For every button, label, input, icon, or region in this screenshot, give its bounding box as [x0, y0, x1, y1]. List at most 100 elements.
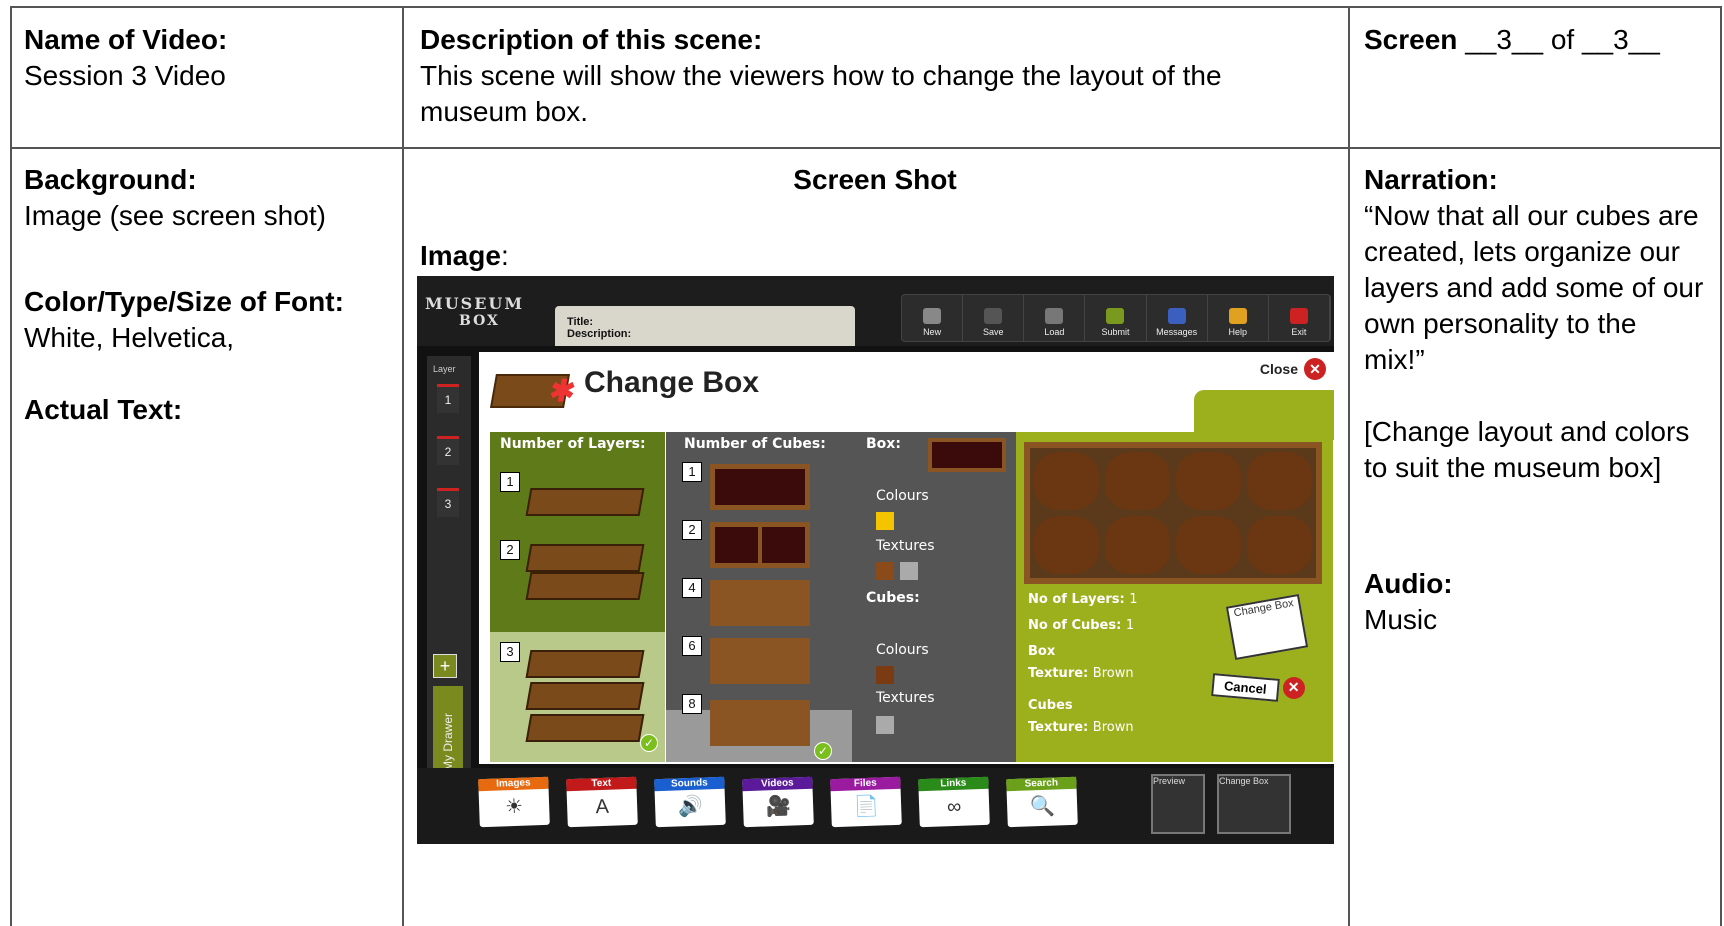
- toolbar-exit-button[interactable]: Exit: [1269, 295, 1330, 341]
- cubes-panel: Number of Cubes: 1 2 4 6 8 ✓: [666, 432, 852, 762]
- cancel-icon: ✕: [1282, 676, 1305, 699]
- layer-3-button[interactable]: 3: [437, 488, 459, 517]
- cubes-texture-value: Brown: [1092, 720, 1134, 735]
- box-preview: [1024, 442, 1322, 584]
- layer-tray-icon: [525, 544, 645, 572]
- image-colon: :: [500, 240, 509, 271]
- toolbar-label: Submit: [1101, 327, 1130, 337]
- text-icon: A: [595, 795, 610, 819]
- selected-check-icon: ✓: [640, 734, 658, 752]
- image-label: Image: [420, 240, 501, 271]
- add-layer-icon[interactable]: +: [433, 654, 457, 678]
- cube-grid-1: [710, 464, 810, 510]
- video-name-label: Name of Video:: [24, 24, 228, 55]
- box-texture-summary: Texture: Brown: [1028, 666, 1134, 681]
- toolbar-submit-button[interactable]: Submit: [1085, 295, 1147, 341]
- close-label: Close: [1259, 361, 1298, 377]
- main-toolbar: New Save Load Submit Messages Help Exit: [901, 294, 1331, 342]
- title-label: Title:: [567, 316, 594, 328]
- toolbar-help-button[interactable]: Help: [1208, 295, 1269, 341]
- layers-option-3[interactable]: 3: [500, 642, 520, 662]
- video-name-value: Session 3 Video: [24, 60, 226, 91]
- toolbar-label: Load: [1044, 327, 1065, 337]
- cubes-colours-label: Colours: [876, 642, 929, 658]
- close-icon: ✕: [1304, 358, 1326, 380]
- toolbar-label: Help: [1228, 327, 1248, 337]
- toolbar-label: Messages: [1156, 327, 1198, 337]
- files-tab[interactable]: Files 📄: [830, 776, 902, 828]
- scene-description-value: This scene will show the viewers how to …: [420, 60, 1222, 127]
- no-layers-value: 1: [1129, 592, 1138, 607]
- help-icon: [1228, 308, 1247, 324]
- box-texture-stone[interactable]: [900, 562, 918, 580]
- images-tab[interactable]: Images ☀: [478, 776, 550, 828]
- cubes-colour-swatch[interactable]: [876, 666, 894, 684]
- toolbar-load-button[interactable]: Load: [1024, 295, 1086, 341]
- text-tab[interactable]: Text A: [566, 776, 638, 828]
- toolbar-save-button[interactable]: Save: [963, 295, 1025, 341]
- video-name-cell: Name of Video: Session 3 Video: [24, 22, 227, 94]
- museum-box-logo: MUSEUM BOX: [425, 294, 535, 338]
- app-top-bar: MUSEUM BOX Title: Description: New Save …: [417, 276, 1334, 346]
- layer-tray-icon: [525, 488, 645, 516]
- layers-header: Number of Layers:: [500, 436, 646, 452]
- load-icon: [1045, 308, 1064, 324]
- screen-label: Screen: [1364, 24, 1458, 55]
- sounds-tab[interactable]: Sounds 🔊: [654, 776, 726, 828]
- cube-grid-4: [710, 580, 810, 626]
- cubes-option-4[interactable]: 4: [682, 578, 702, 598]
- layer-label: Layer: [433, 364, 456, 374]
- preview-label: Preview: [1153, 776, 1186, 786]
- narration-note: [Change layout and colors to suit the mu…: [1364, 416, 1690, 483]
- cube-grid-8: [710, 700, 810, 746]
- cube-grid-2: [710, 522, 810, 568]
- font-label: Color/Type/Size of Font:: [24, 286, 344, 317]
- box-texture-wood[interactable]: [876, 562, 894, 580]
- description-label: Description:: [567, 328, 632, 340]
- layers-option-2[interactable]: 2: [500, 540, 520, 560]
- box-colour-swatch[interactable]: [876, 512, 894, 530]
- image-icon: ☀: [504, 795, 524, 819]
- box-textures-label: Textures: [876, 538, 935, 554]
- cubes-summary-label: Cubes: [1028, 698, 1073, 713]
- cubes-option-6[interactable]: 6: [682, 636, 702, 656]
- change-box-button[interactable]: Change Box: [1217, 774, 1291, 834]
- video-camera-icon: 🎥: [765, 795, 792, 819]
- cubes-option-8[interactable]: 8: [682, 694, 702, 714]
- videos-tab[interactable]: Videos 🎥: [742, 776, 814, 828]
- layer-tray-icon: [525, 650, 645, 678]
- media-tab-bar: Images ☀ Text A Sounds 🔊 Videos 🎥 Files 📄 Lin…: [417, 768, 1334, 844]
- box-icon: ✱: [490, 374, 578, 408]
- box-colours-label: Colours: [876, 488, 929, 504]
- layers-option-1[interactable]: 1: [500, 472, 520, 492]
- cubes-texture-swatch[interactable]: [876, 716, 894, 734]
- toolbar-messages-button[interactable]: Messages: [1147, 295, 1208, 341]
- title-panel[interactable]: Title: Description:: [555, 306, 855, 346]
- toolbar-new-button[interactable]: New: [902, 295, 964, 341]
- close-button[interactable]: Close ✕: [1260, 358, 1326, 380]
- change-box-confirm-label: Change Box: [1232, 597, 1295, 620]
- layers-panel: Number of Layers: 1 2 3 ✓: [490, 432, 665, 762]
- image-heading: Image:: [420, 238, 509, 274]
- box-texture-value: Brown: [1092, 666, 1134, 681]
- layer-1-button[interactable]: 1: [437, 384, 459, 413]
- background-label: Background:: [24, 164, 197, 195]
- cancel-button[interactable]: Cancel ✕: [1211, 673, 1305, 702]
- background-value: Image (see screen shot): [24, 200, 326, 231]
- column-divider-1: [402, 6, 404, 926]
- screen-count: __3__ of __3__: [1465, 24, 1660, 55]
- preview-button[interactable]: Preview: [1151, 774, 1205, 834]
- submit-icon: [1106, 308, 1125, 324]
- links-tab[interactable]: Links ∞: [918, 776, 990, 828]
- cubes-option-2[interactable]: 2: [682, 520, 702, 540]
- actual-text-label: Actual Text:: [24, 394, 183, 425]
- search-tab[interactable]: Search 🔍: [1006, 776, 1078, 828]
- screen-counter-cell: Screen __3__ of __3__: [1364, 22, 1660, 58]
- toolbar-label: New: [923, 327, 942, 337]
- cubes-textures-label: Textures: [876, 690, 935, 706]
- change-box-confirm-button[interactable]: Change Box: [1225, 593, 1309, 661]
- layer-2-button[interactable]: 2: [437, 436, 459, 465]
- toolbar-label: Save: [982, 327, 1004, 337]
- narration-label: Narration:: [1364, 164, 1498, 195]
- cubes-option-1[interactable]: 1: [682, 462, 702, 482]
